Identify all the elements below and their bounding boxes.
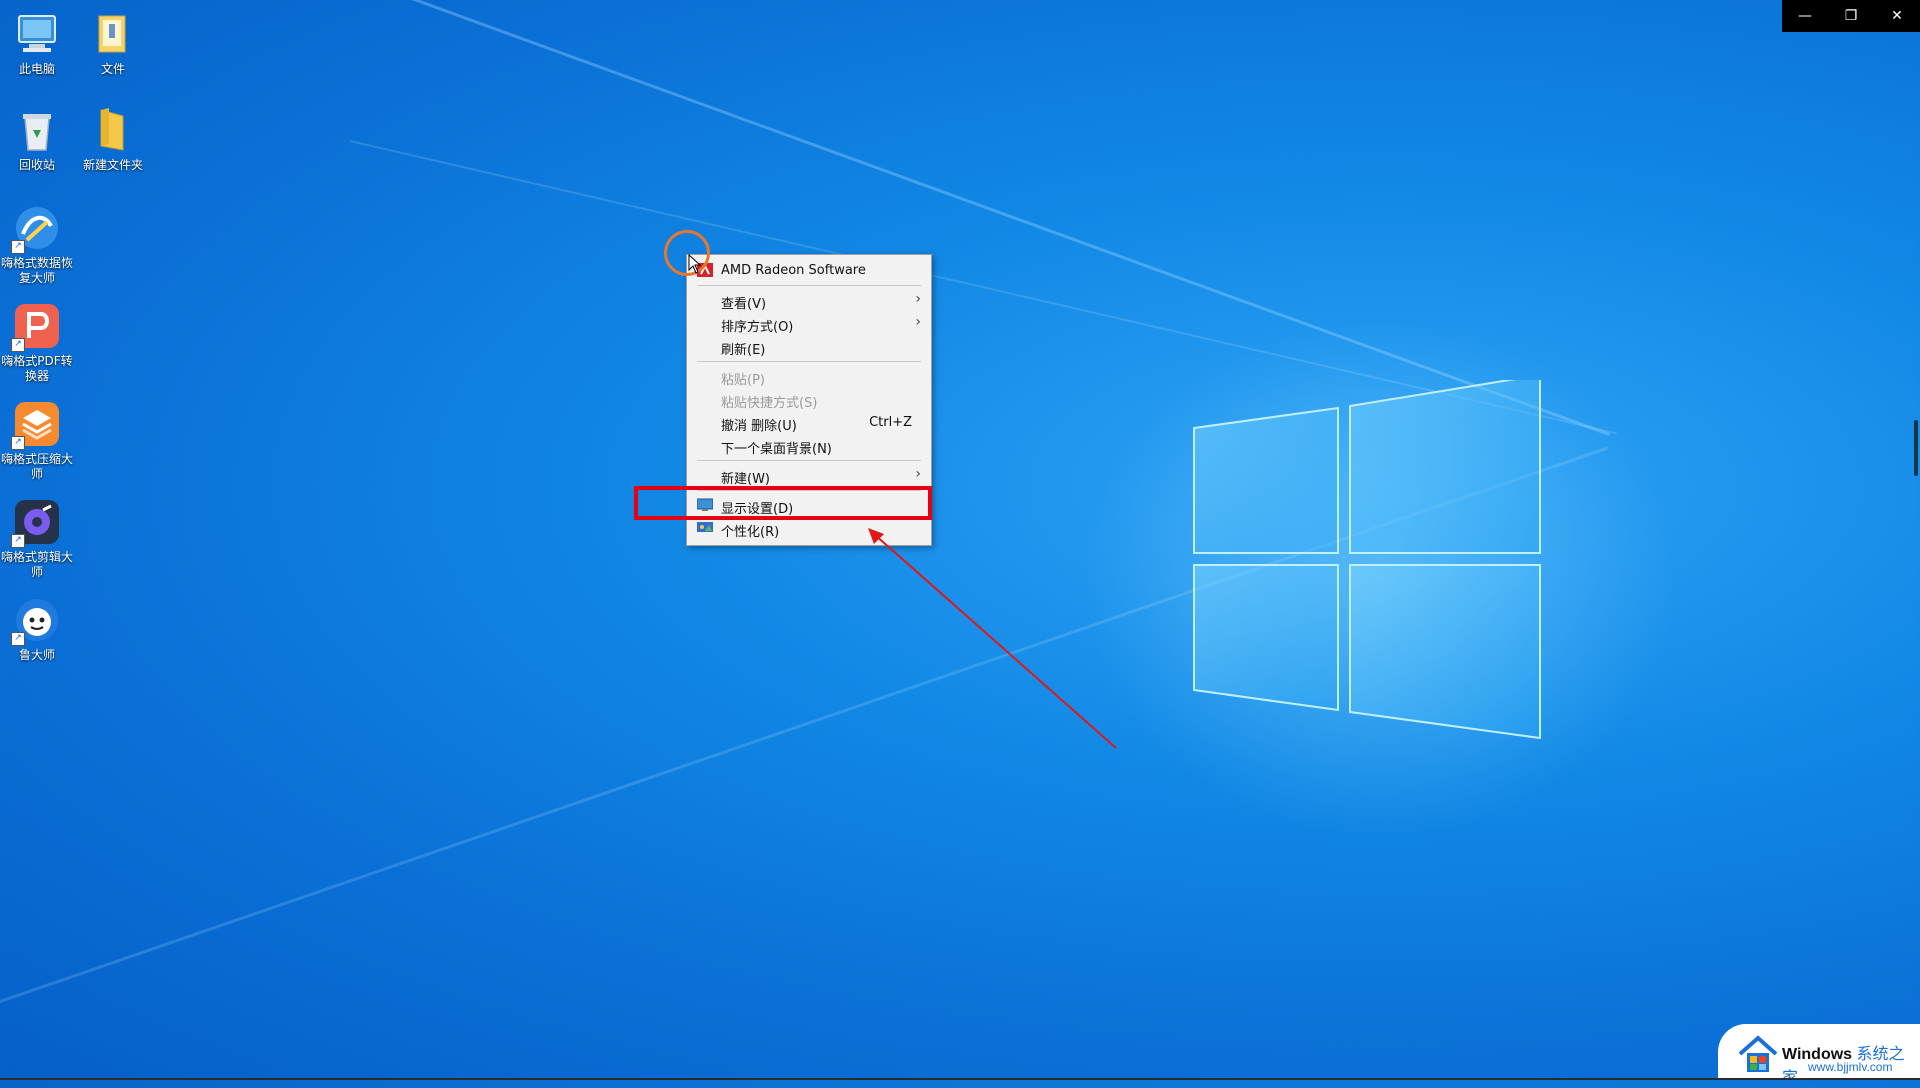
menu-item-undo-delete[interactable]: 撤消 删除(U) Ctrl+Z xyxy=(687,411,931,434)
personalize-icon xyxy=(697,522,713,532)
house-logo-icon xyxy=(1738,1035,1778,1072)
menu-item-label: 撤消 删除(U) xyxy=(721,419,797,434)
desktop-icon-label: 嗨格式数据恢复大师 xyxy=(0,256,73,285)
close-button[interactable]: ✕ xyxy=(1874,0,1920,32)
menu-item-next-background[interactable]: 下一个桌面背景(N) xyxy=(687,434,931,457)
recycle-bin-icon xyxy=(23,114,51,151)
desktop-icon-label: 新建文件夹 xyxy=(82,158,143,172)
desktop-icon-new-folder[interactable]: 新建文件夹 xyxy=(76,106,150,173)
menu-item-label: 刷新(E) xyxy=(721,343,766,358)
desktop-icon-this-pc[interactable]: 此电脑 xyxy=(0,10,74,77)
windows-logo-wallpaper xyxy=(1193,380,1541,740)
submenu-arrow-icon: › xyxy=(915,314,921,330)
menu-item-view[interactable]: 查看(V) › xyxy=(687,289,931,312)
desktop-icon-ludashi[interactable]: ↗ 鲁大师 xyxy=(0,596,74,663)
desktop-icon-label: 鲁大师 xyxy=(18,648,55,662)
annotation-arrow xyxy=(868,528,1117,749)
computer-icon xyxy=(18,15,56,52)
shortcut-arrow-icon: ↗ xyxy=(11,338,25,352)
desktop-icon-recycle-bin[interactable]: 回收站 xyxy=(0,106,74,173)
watermark-logo: Windows 系统之家 www.bjjmlv.com xyxy=(1718,1024,1920,1087)
menu-item-label: 排序方式(O) xyxy=(721,320,794,335)
folder-icon xyxy=(100,108,124,151)
menu-item-shortcut: Ctrl+Z xyxy=(869,415,912,430)
desktop-icon-label: 回收站 xyxy=(18,158,55,172)
menu-separator xyxy=(697,460,921,461)
shortcut-arrow-icon: ↗ xyxy=(11,436,25,450)
menu-item-label: AMD Radeon Software xyxy=(721,263,866,278)
desktop-icon-label: 此电脑 xyxy=(18,62,55,76)
desktop-icon-label: 文件 xyxy=(100,62,125,76)
folder-icon xyxy=(98,15,126,53)
menu-item-paste: 粘贴(P) xyxy=(687,365,931,388)
menu-item-label: 下一个桌面背景(N) xyxy=(721,442,832,457)
desktop-icon-label: 嗨格式压缩大师 xyxy=(0,452,73,481)
menu-item-new[interactable]: 新建(W) › xyxy=(687,464,931,487)
menu-item-refresh[interactable]: 刷新(E) xyxy=(687,335,931,358)
desktop-icon-label: 嗨格式PDF转换器 xyxy=(1,354,73,383)
restore-button[interactable]: ❐ xyxy=(1828,0,1874,32)
desktop-icon-compress[interactable]: ↗ 嗨格式压缩大师 xyxy=(0,400,74,482)
menu-item-amd-radeon[interactable]: AMD Radeon Software xyxy=(687,259,931,282)
shortcut-arrow-icon: ↗ xyxy=(11,240,25,254)
shortcut-arrow-icon: ↗ xyxy=(11,534,25,548)
desktop-icon-pdf-converter[interactable]: ↗ 嗨格式PDF转换器 xyxy=(0,302,74,384)
menu-item-label: 新建(W) xyxy=(721,472,770,487)
menu-item-label: 查看(V) xyxy=(721,297,767,312)
desktop-icon-video-editor[interactable]: ↗ 嗨格式剪辑大师 xyxy=(0,498,74,580)
submenu-arrow-icon: › xyxy=(915,466,921,482)
menu-separator xyxy=(697,361,921,362)
menu-item-sort-by[interactable]: 排序方式(O) › xyxy=(687,312,931,335)
desktop-icon-data-recovery[interactable]: ↗ 嗨格式数据恢复大师 xyxy=(0,204,74,286)
scrollbar-thumb[interactable] xyxy=(1914,420,1918,476)
menu-item-label: 粘贴快捷方式(S) xyxy=(721,396,818,411)
menu-item-label: 粘贴(P) xyxy=(721,373,765,388)
watermark-url: www.bjjmlv.com xyxy=(1808,1060,1893,1074)
desktop-icon-files[interactable]: 文件 xyxy=(76,10,150,77)
shortcut-arrow-icon: ↗ xyxy=(11,632,25,646)
desktop-icon-label: 嗨格式剪辑大师 xyxy=(0,550,73,579)
submenu-arrow-icon: › xyxy=(915,291,921,307)
cursor-highlight-circle xyxy=(664,230,710,276)
mouse-cursor-icon xyxy=(688,254,702,274)
menu-separator xyxy=(697,285,921,286)
minimize-button[interactable]: — xyxy=(1782,0,1828,32)
menu-item-paste-shortcut: 粘贴快捷方式(S) xyxy=(687,388,931,411)
window-controls: — ❐ ✕ xyxy=(1782,0,1920,32)
highlight-box-display-settings xyxy=(634,486,932,520)
menu-item-label: 个性化(R) xyxy=(721,525,780,540)
